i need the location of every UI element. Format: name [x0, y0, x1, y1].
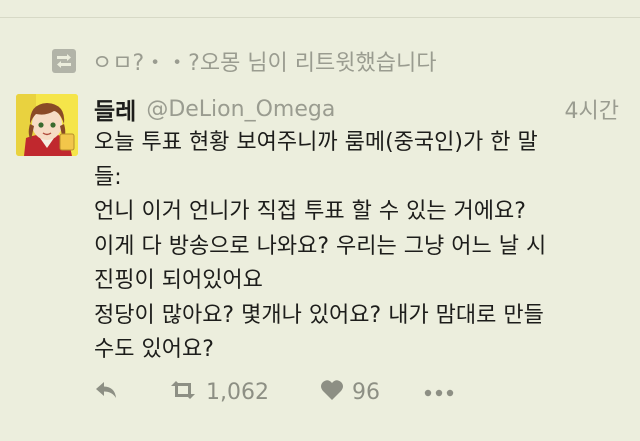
tweet-text-line: 이게 다 방송으로 나와요? 우리는 그냥 어느 날 시	[94, 233, 547, 259]
tweet-text: 오늘 투표 현황 보여주니까 룸메(중국인)가 한 말 들: 언니 이거 언니가…	[94, 126, 624, 368]
tweet-text-line: 정당이 많아요? 몇개나 있어요? 내가 맘대로 만들	[94, 302, 544, 328]
more-icon	[424, 383, 454, 402]
tweet-text-line: 언니 이거 언니가 직접 투표 할 수 있는 거에요?	[94, 199, 526, 224]
tweet-text-line: 수도 있어요?	[94, 337, 214, 362]
reply-icon	[94, 379, 118, 405]
retweet-notice-text: ㅇㅁ?・・?오몽 님이 리트윗했습니다	[92, 51, 437, 76]
retweet-count: 1,062	[206, 379, 269, 405]
user-handle[interactable]: @DeLion_Omega	[146, 97, 335, 122]
retweet-notice-icon	[52, 49, 76, 73]
tweet-text-line: 오늘 투표 현황 보여주니까 룸메(중국인)가 한 말	[94, 130, 538, 155]
retweet-button[interactable]: 1,062	[168, 374, 269, 410]
like-button[interactable]: 96	[320, 374, 380, 410]
more-button[interactable]	[424, 374, 454, 410]
avatar[interactable]	[16, 94, 78, 156]
heart-icon	[320, 379, 344, 405]
retweet-icon	[168, 379, 198, 405]
tweet-text-line: 들:	[94, 164, 122, 190]
top-divider	[0, 17, 640, 18]
display-name[interactable]: 들레	[94, 92, 136, 126]
tweet-actions: 1,062 96	[94, 374, 514, 410]
tweet-text-line: 진핑이 되어있어요	[94, 268, 263, 293]
reply-button[interactable]	[94, 374, 118, 410]
tweet-header: 들레 @DeLion_Omega 4시간	[94, 92, 619, 126]
like-count: 96	[352, 379, 380, 405]
tweet-timestamp[interactable]: 4시간	[565, 93, 619, 125]
retweet-notice[interactable]: ㅇㅁ?・・?오몽 님이 리트윗했습니다	[52, 46, 436, 76]
